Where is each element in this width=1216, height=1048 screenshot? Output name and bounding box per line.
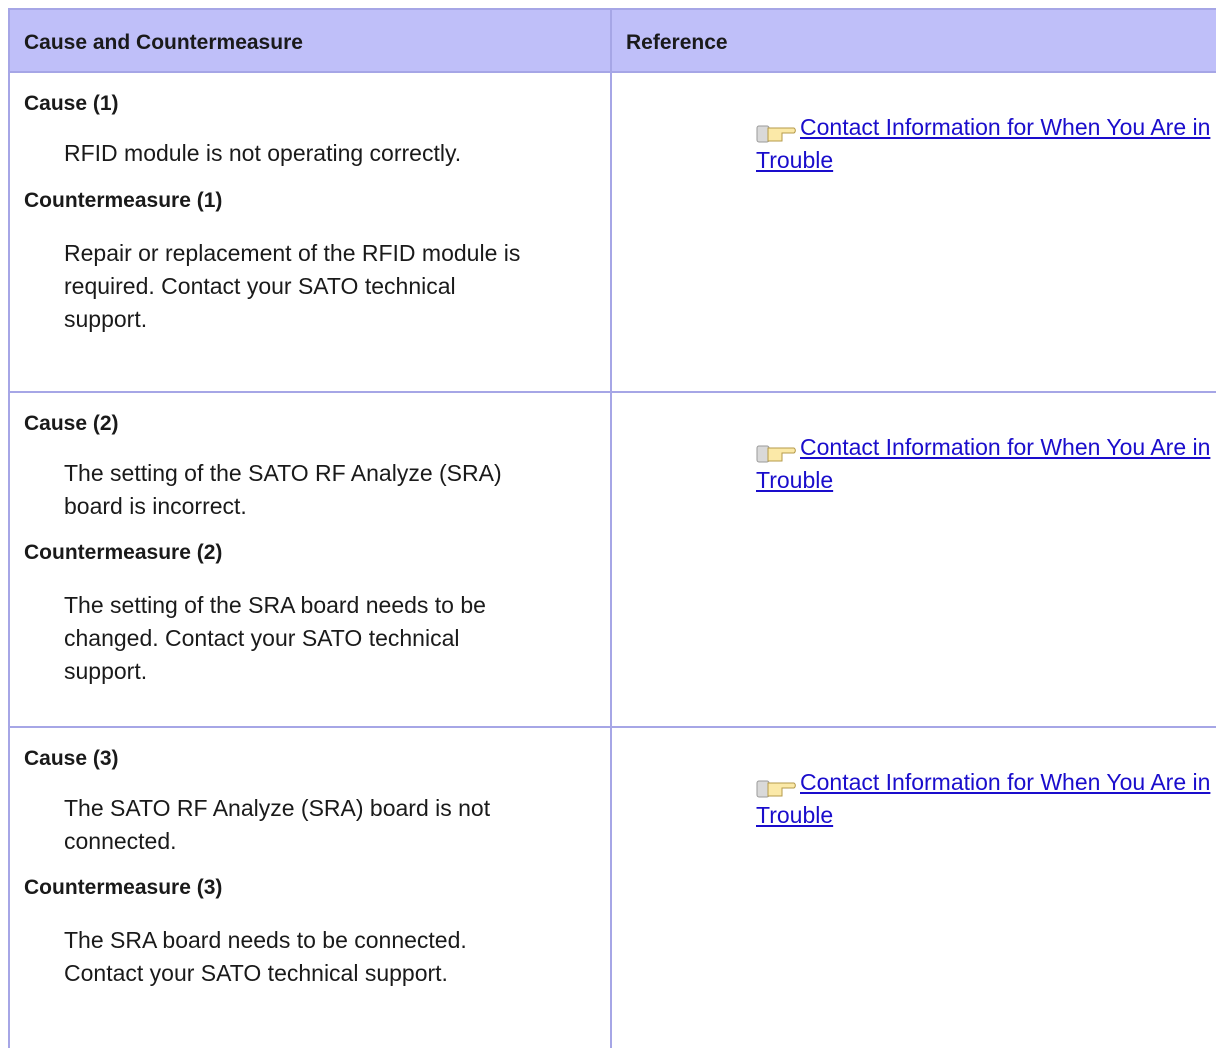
countermeasure-title: Countermeasure (1) — [24, 189, 223, 212]
table-row: Cause (1) RFID module is not operating c… — [8, 73, 1216, 393]
cause-countermeasure-table: Cause and Countermeasure Reference Cause… — [8, 8, 1216, 1048]
countermeasure-text: The setting of the SRA board needs to be… — [64, 592, 486, 684]
reference-link-text: Contact Information for When You Are in … — [756, 769, 1211, 828]
cause-title: Cause (2) — [24, 412, 119, 435]
cause-countermeasure-cell: Cause (3) The SATO RF Analyze (SRA) boar… — [8, 728, 612, 1048]
cause-countermeasure-cell: Cause (1) RFID module is not operating c… — [8, 73, 612, 391]
header-reference: Reference — [626, 31, 728, 54]
pointing-hand-icon — [756, 445, 796, 463]
table-row: Cause (3) The SATO RF Analyze (SRA) boar… — [8, 728, 1216, 1048]
cause-countermeasure-cell: Cause (2) The setting of the SATO RF Ana… — [8, 393, 612, 726]
cause-text: RFID module is not operating correctly. — [64, 140, 462, 166]
pointing-hand-icon — [756, 125, 796, 143]
cause-text: The setting of the SATO RF Analyze (SRA)… — [64, 460, 502, 519]
header-cause-countermeasure: Cause and Countermeasure — [8, 10, 612, 71]
reference-cell: Contact Information for When You Are in … — [612, 728, 1216, 1048]
reference-link[interactable]: Contact Information for When You Are in … — [756, 766, 1216, 832]
countermeasure-title: Countermeasure (2) — [24, 541, 223, 564]
cause-title: Cause (3) — [24, 747, 119, 770]
cause-text: The SATO RF Analyze (SRA) board is not c… — [64, 795, 491, 854]
countermeasure-title: Countermeasure (3) — [24, 876, 223, 899]
table-header-row: Cause and Countermeasure Reference — [8, 8, 1216, 73]
reference-link-text: Contact Information for When You Are in … — [756, 434, 1211, 493]
pointing-hand-icon — [756, 780, 796, 798]
countermeasure-text: Repair or replacement of the RFID module… — [64, 240, 521, 332]
countermeasure-text: The SRA board needs to be connected. Con… — [64, 927, 467, 986]
reference-cell: Contact Information for When You Are in … — [612, 393, 1216, 726]
table-row: Cause (2) The setting of the SATO RF Ana… — [8, 393, 1216, 728]
reference-link-text: Contact Information for When You Are in … — [756, 114, 1211, 173]
reference-cell: Contact Information for When You Are in … — [612, 73, 1216, 391]
cause-title: Cause (1) — [24, 92, 119, 115]
reference-link[interactable]: Contact Information for When You Are in … — [756, 431, 1216, 497]
reference-link[interactable]: Contact Information for When You Are in … — [756, 111, 1216, 177]
